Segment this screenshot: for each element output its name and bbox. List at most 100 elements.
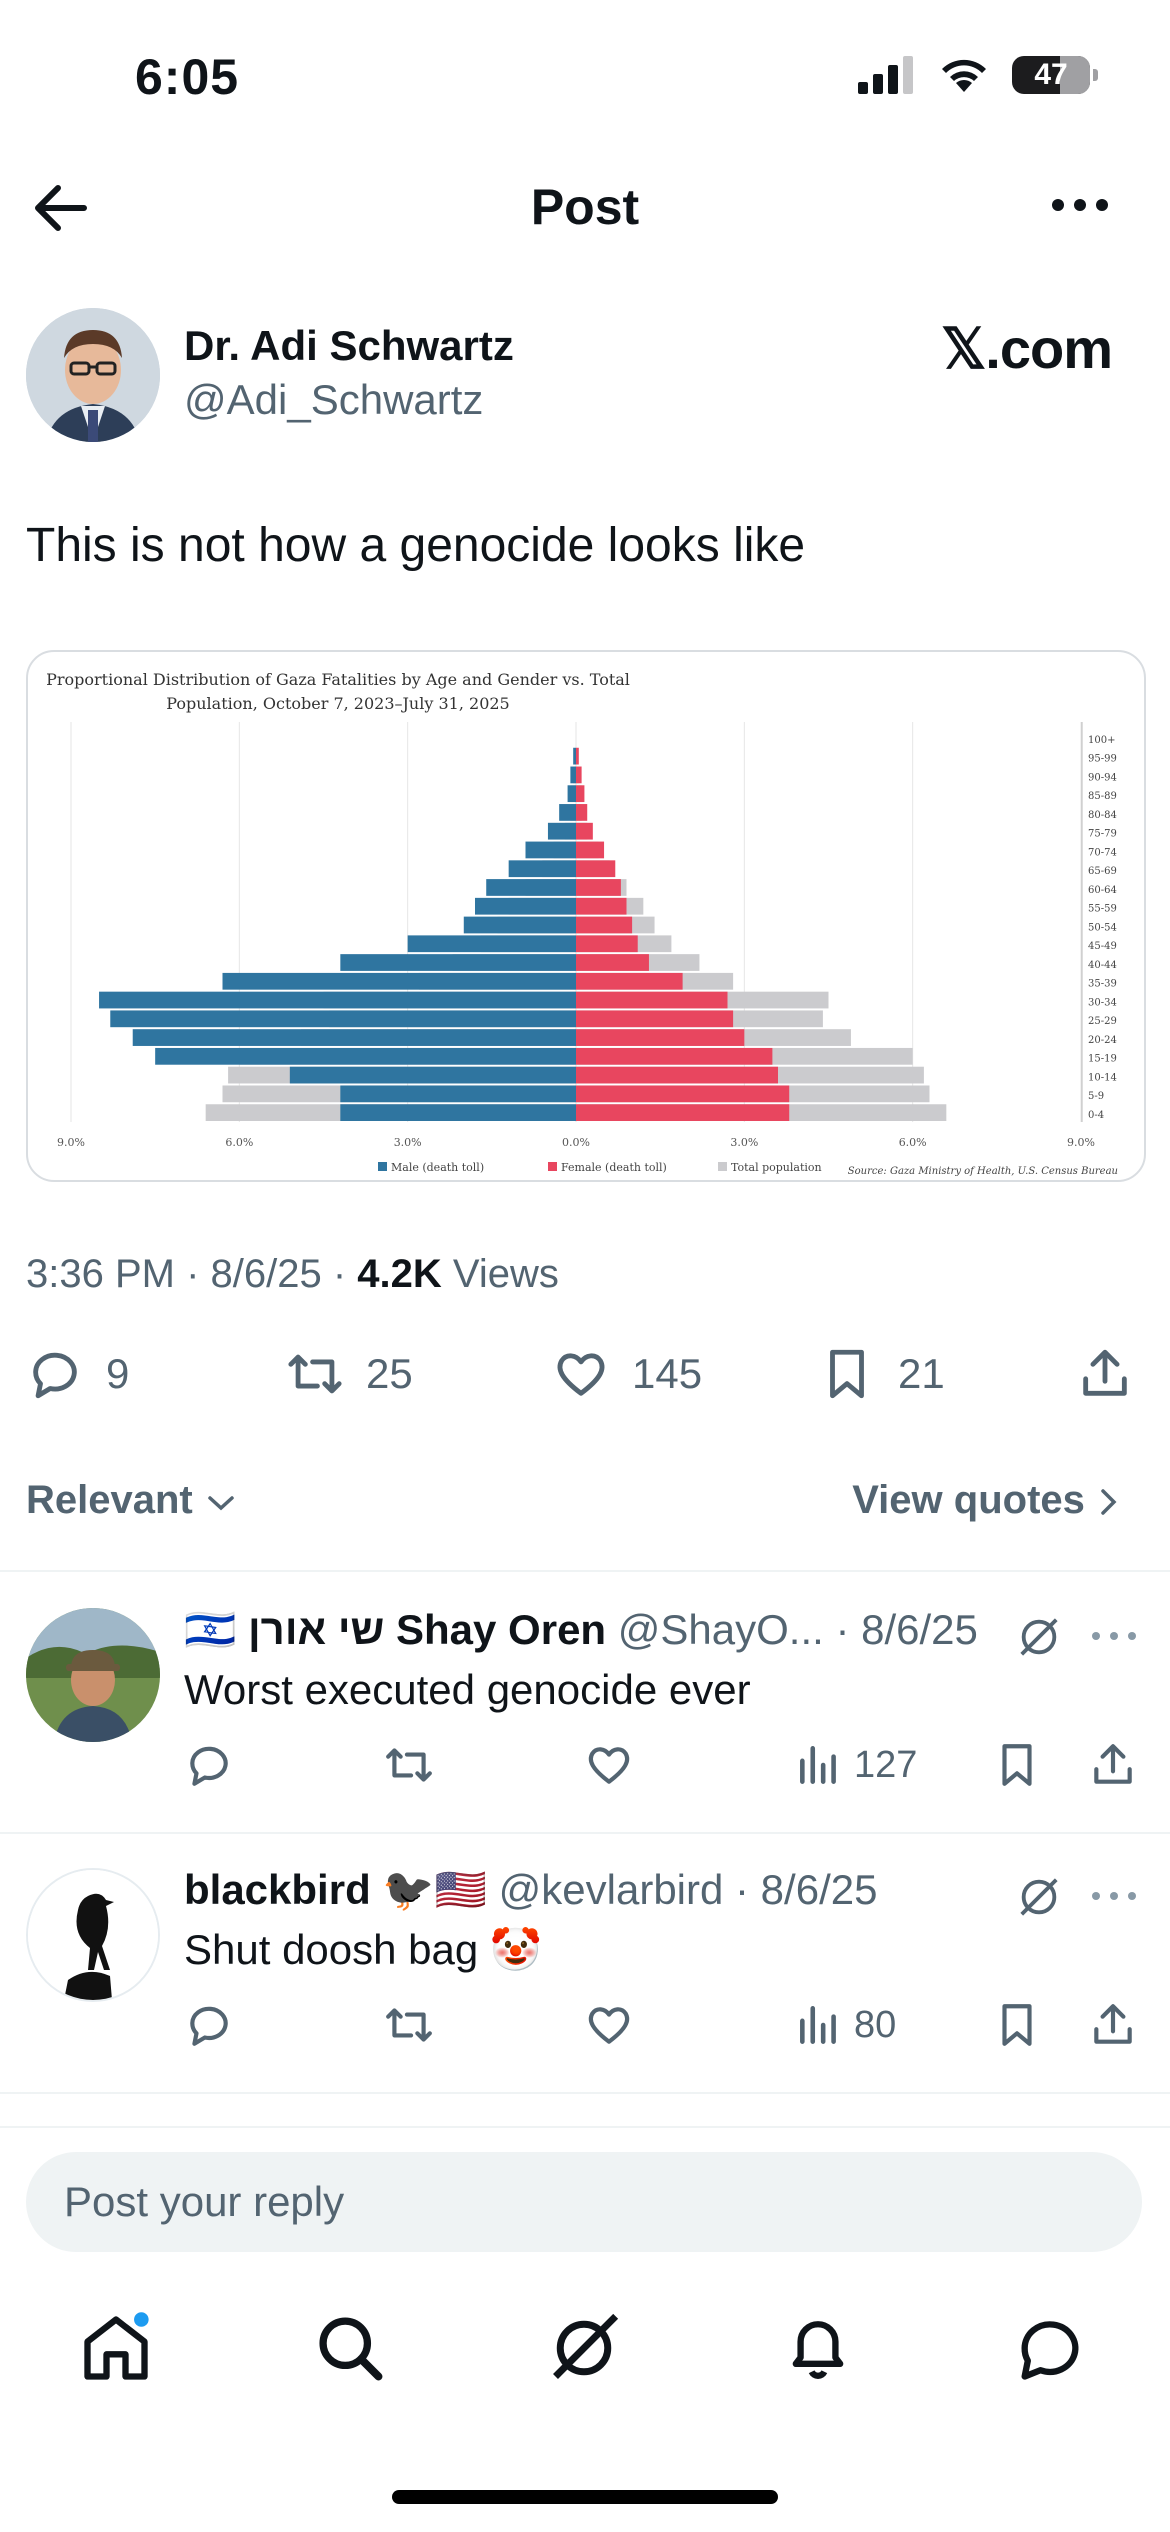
legend-label: Total population (731, 1161, 822, 1174)
like-button[interactable]: 145 (552, 1345, 702, 1403)
female-bar (576, 747, 579, 765)
male-bar (99, 991, 577, 1009)
age-group-label: 25-29 (1088, 1016, 1117, 1027)
reply-author-name[interactable]: blackbird 🐦‍⬛🇺🇸 (184, 1866, 487, 1913)
post-time: 3:36 PM · 8/6/25 · (26, 1252, 358, 1296)
heart-icon (557, 1353, 605, 1396)
views-button[interactable]: 80 (794, 2000, 896, 2050)
share-icon[interactable] (1088, 1740, 1138, 1790)
more-options-icon[interactable] (1090, 1886, 1138, 1906)
male-bar (222, 972, 576, 990)
age-group-label: 75-79 (1088, 829, 1117, 840)
x-tick-label: 9.0% (1067, 1136, 1095, 1149)
reply-handle[interactable]: @ShayO... · 8/6/25 (618, 1606, 978, 1653)
male-bar (570, 766, 576, 784)
views-count: 127 (854, 1743, 918, 1786)
chevron-down-icon (208, 1496, 234, 1511)
messages-icon[interactable] (1012, 2310, 1088, 2386)
heart-icon[interactable] (584, 1740, 634, 1790)
post-text: This is not how a genocide looks like (26, 519, 806, 572)
grok-icon[interactable] (1016, 1874, 1062, 1920)
view-quotes-label: View quotes (852, 1478, 1085, 1522)
reply-icon[interactable] (184, 1740, 234, 1790)
female-bar (576, 954, 649, 971)
sort-dropdown[interactable]: Relevant (26, 1478, 238, 1523)
reply-handle[interactable]: @kevlarbird · 8/6/25 (499, 1866, 878, 1913)
share-icon (1083, 1349, 1127, 1396)
bookmark-count: 21 (898, 1350, 945, 1397)
view-quotes-link[interactable]: View quotes (852, 1478, 1120, 1523)
status-icons: 47 (858, 56, 1098, 94)
author-name[interactable]: Dr. Adi Schwartz (184, 322, 514, 370)
home-icon[interactable] (78, 2310, 154, 2386)
age-group-label: 35-39 (1088, 979, 1117, 990)
female-bar (576, 935, 638, 953)
source-note: Source: Gaza Ministry of Health, U.S. Ce… (848, 1166, 1118, 1177)
age-group-label: 20-24 (1088, 1035, 1117, 1046)
bookmark-button[interactable]: 21 (818, 1345, 945, 1403)
search-icon[interactable] (312, 2310, 388, 2386)
population-pyramid-chart: 9.0% 6.0% 3.0% 0.0% 3.0% 6.0% 9.0% 100+ 95-99 90-… (57, 722, 1118, 1177)
analytics-icon (800, 1746, 836, 1784)
bookmark-icon[interactable] (992, 2000, 1042, 2050)
female-bar (576, 991, 728, 1009)
repost-count: 25 (366, 1350, 413, 1397)
repost-icon[interactable] (384, 2000, 434, 2050)
heart-icon[interactable] (584, 2000, 634, 2050)
female-bar (576, 785, 585, 803)
post-timestamp: 3:36 PM · 8/6/25 · 4.2K Views (26, 1252, 559, 1297)
age-group-label: 55-59 (1088, 904, 1117, 915)
reply-avatar[interactable] (26, 1608, 160, 1742)
grok-icon[interactable] (1016, 1614, 1062, 1660)
bookmark-icon (830, 1349, 864, 1399)
age-group-label: 30-34 (1088, 997, 1117, 1008)
battery-icon: 47 (1012, 56, 1098, 94)
male-bar (573, 747, 576, 765)
male-bar (559, 804, 576, 821)
reply-input[interactable]: Post your reply (26, 2152, 1142, 2252)
more-options-icon[interactable] (1090, 1626, 1138, 1646)
legend-label: Female (death toll) (561, 1161, 667, 1174)
age-group-label: 5-9 (1088, 1091, 1104, 1102)
reply-button[interactable]: 9 (26, 1345, 129, 1403)
repost-icon[interactable] (384, 1740, 434, 1790)
author-avatar[interactable] (26, 308, 160, 442)
like-count: 145 (632, 1350, 703, 1397)
home-indicator (392, 2490, 778, 2504)
post-actions: 9 25 145 21 (0, 1345, 1170, 1415)
repost-button[interactable]: 25 (286, 1345, 413, 1403)
male-bar (340, 1104, 576, 1121)
x-tick-label: 0.0% (562, 1136, 590, 1149)
share-icon[interactable] (1088, 2000, 1138, 2050)
female-bar (576, 1066, 778, 1084)
age-group-label: 15-19 (1088, 1054, 1117, 1065)
cellular-signal-icon (858, 56, 913, 94)
grok-icon[interactable] (546, 2310, 622, 2386)
more-options-icon[interactable] (1050, 190, 1110, 220)
chart-image[interactable]: Proportional Distribution of Gaza Fatali… (26, 650, 1146, 1182)
reply-actions: 80 (184, 2000, 1144, 2060)
male-bar (132, 1029, 576, 1046)
notifications-icon[interactable] (780, 2310, 856, 2386)
divider (0, 2126, 1170, 2128)
status-time: 6:05 (135, 49, 240, 105)
wifi-icon (942, 59, 986, 92)
share-button[interactable] (1076, 1345, 1134, 1403)
reply-author-name[interactable]: 🇮🇱 שי אורן Shay Oren (184, 1606, 606, 1653)
bookmark-icon[interactable] (992, 1740, 1042, 1790)
female-bar (576, 1104, 790, 1121)
female-bar (576, 1010, 734, 1028)
reply-icon[interactable] (184, 2000, 234, 2050)
reply-avatar[interactable] (26, 1868, 160, 2002)
female-bar (576, 1029, 745, 1046)
source-logo: 𝕏.com (941, 317, 1113, 380)
age-group-label: 85-89 (1088, 791, 1117, 802)
reply-header: 🇮🇱 שי אורן Shay Oren @ShayO... · 8/6/25 (184, 1606, 978, 1655)
male-bar (155, 1047, 576, 1065)
female-bar (576, 1085, 790, 1103)
author-handle[interactable]: @Adi_Schwartz (184, 376, 483, 424)
views-button[interactable]: 127 (794, 1740, 917, 1790)
age-group-label: 65-69 (1088, 866, 1117, 877)
age-group-label: 50-54 (1088, 922, 1117, 933)
male-bar (110, 1010, 577, 1028)
